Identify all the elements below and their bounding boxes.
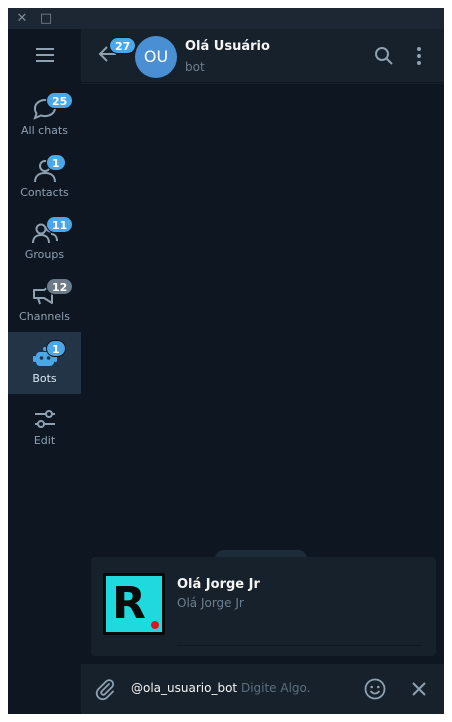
folder-label: All chats [21,124,68,137]
chat-header: 27 OU Olá Usuário bot [81,29,444,83]
folder-label: Edit [33,434,56,447]
folder-unread-badge: 25 [46,92,74,109]
emoji-icon[interactable] [363,677,387,701]
hamburger-icon [36,48,54,50]
folder-bots[interactable]: 1 Bots [8,332,81,394]
thumbnail-logo-dot [151,621,159,629]
folder-edit[interactable]: Edit [8,394,81,456]
close-icon[interactable] [409,679,429,699]
folder-unread-badge: 11 [46,216,74,233]
folders-sidebar: 25 All chats 1 Contacts 11 Groups 12 Cha… [8,29,81,714]
telegram-window: ✕ □ 25 All chats 1 Contacts 11 Groups 12… [8,8,444,714]
bot-username-mention: @ola_usuario_bot [131,681,238,695]
messages-area: R Olá Jorge Jr Olá Jorge Jr [81,84,444,664]
message-composer: @ola_usuario_bot Digite Algo. [81,665,444,714]
folder-all-chats[interactable]: 25 All chats [8,84,81,146]
thumbnail-logo-letter: R [112,578,146,629]
folder-label: Bots [32,372,57,385]
folder-contacts[interactable]: 1 Contacts [8,146,81,208]
unread-total-badge: 27 [109,37,137,54]
search-icon[interactable] [373,45,395,67]
main-menu-button[interactable] [8,29,81,81]
folder-label: Contacts [20,186,69,199]
folder-channels[interactable]: 12 Channels [8,270,81,332]
chat-subtitle: bot [185,60,205,74]
result-description: Olá Jorge Jr [177,596,244,610]
paperclip-icon[interactable] [93,677,117,701]
edit-filters-icon [35,410,55,428]
window-close-button[interactable]: ✕ [14,11,30,27]
result-divider [177,645,422,646]
folder-unread-badge: 1 [46,154,66,171]
result-title: Olá Jorge Jr [177,577,260,592]
folder-unread-badge: 1 [46,340,66,357]
message-input[interactable]: @ola_usuario_bot Digite Algo. [131,681,311,695]
avatar[interactable]: OU [135,36,177,78]
inline-placeholder: Digite Algo. [240,681,311,695]
window-titlebar: ✕ □ [8,8,444,29]
window-maximize-button[interactable]: □ [38,11,54,27]
folder-groups[interactable]: 11 Groups [8,208,81,270]
folder-label: Channels [19,310,70,323]
more-vertical-icon[interactable] [411,45,427,67]
folder-unread-badge: 12 [46,278,74,295]
inline-results-popup: R Olá Jorge Jr Olá Jorge Jr [91,557,436,656]
result-thumbnail: R [103,573,165,635]
folder-label: Groups [24,248,65,261]
chat-title[interactable]: Olá Usuário [185,39,270,54]
inline-result-item[interactable]: R Olá Jorge Jr Olá Jorge Jr [91,565,436,647]
